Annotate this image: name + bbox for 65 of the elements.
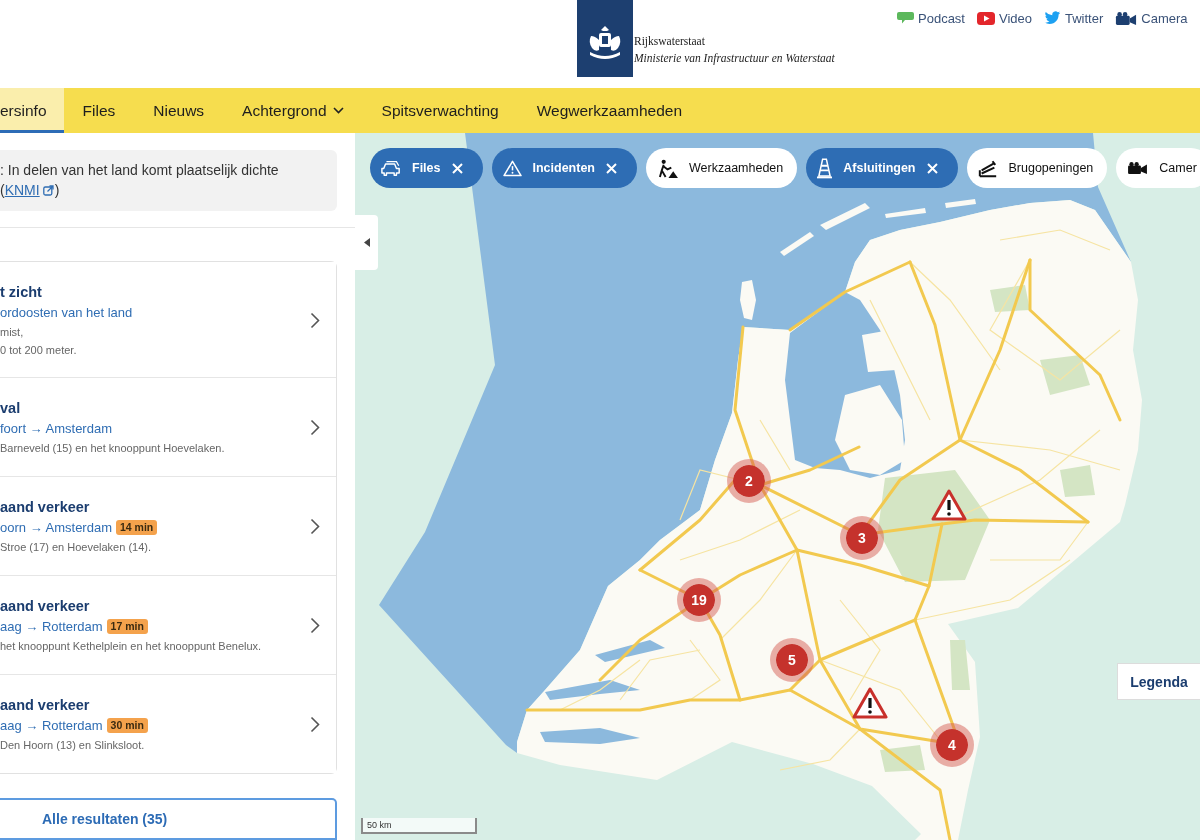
result-route: aag → Rotterdam (0, 718, 103, 733)
nav-tab[interactable]: Nieuws (134, 88, 224, 133)
result-title: aand verkeer (0, 498, 90, 517)
warning-icon (502, 159, 522, 177)
external-link-icon (42, 185, 54, 196)
result-description: Stroe (17) en Hoevelaken (14). (0, 540, 152, 555)
filter-chip[interactable]: Files (370, 148, 483, 188)
caret-left-icon (363, 238, 370, 247)
chevron-right-icon (310, 617, 320, 634)
nav-tab[interactable]: ersinfo (0, 88, 64, 133)
result-description: het knooppunt Kethelplein en het knooppunt Benelux. (0, 639, 262, 654)
notice-text: : In delen van het land komt plaatselijk dichte (KNMI ) (0, 161, 280, 200)
delay-badge: 14 min (116, 520, 158, 535)
traffic-cone-icon (817, 157, 833, 179)
nav-tab[interactable]: Spitsverwachting (362, 88, 518, 133)
result-description: Barneveld (15) en het knooppunt Hoevelaken. (0, 441, 225, 456)
result-description: mist, 0 tot 200 meter. (0, 325, 77, 358)
chevron-right-icon (310, 518, 320, 535)
brand-subtitle: Ministerie van Infrastructuur en Waterstaat (634, 51, 835, 67)
chevron-right-icon (310, 716, 320, 733)
result-route: foort → Amsterdam (0, 421, 112, 436)
nav-tab[interactable]: Achtergrond (223, 88, 363, 133)
result-route: oorn → Amsterdam (0, 520, 112, 535)
speech-bubble-icon (897, 12, 914, 24)
result-title: t zicht (0, 283, 42, 302)
result-route: ordoosten van het land (0, 305, 133, 320)
result-item[interactable]: aand verkeer aag → Rotterdam 30 min Den Hoorn (13) en Slinksloot. (0, 674, 336, 773)
filter-chip[interactable]: Afsluitingen (806, 148, 958, 188)
warning-icon[interactable] (852, 687, 888, 719)
filter-chip[interactable]: Camer (1116, 148, 1200, 188)
collapse-panel-button[interactable] (355, 215, 378, 270)
top-link[interactable]: Camera (1115, 9, 1188, 27)
top-link[interactable]: Twitter (1044, 9, 1104, 27)
legend-button[interactable]: Legenda (1117, 663, 1200, 700)
nav-tab[interactable]: Files (63, 88, 135, 133)
result-route: aag → Rotterdam (0, 619, 103, 634)
delay-badge: 17 min (106, 619, 148, 634)
bridge-icon (977, 158, 998, 178)
chevron-right-icon (310, 312, 320, 329)
result-description: Den Hoorn (13) en Slinksloot. (0, 738, 145, 753)
top-link[interactable]: Podcast (897, 9, 965, 27)
result-title: aand verkeer (0, 597, 90, 616)
chevron-right-icon (310, 419, 320, 436)
top-link[interactable]: Video (977, 9, 1032, 27)
filter-chip[interactable]: Werkzaamheden (646, 148, 798, 188)
map-scale-bar: 50 km (361, 818, 477, 834)
warning-icon[interactable] (931, 489, 967, 521)
play-icon (977, 11, 995, 25)
car-icon (381, 159, 401, 177)
camera-icon (1115, 11, 1138, 25)
result-title: aand verkeer (0, 696, 90, 715)
close-icon (606, 162, 617, 174)
bird-icon (1044, 11, 1061, 25)
brand-name: Rijkswaterstaat (634, 34, 706, 50)
result-title: val (0, 399, 21, 418)
worker-icon (657, 158, 678, 178)
nav-tab[interactable]: Wegwerkzaamheden (517, 88, 702, 133)
delay-badge: 30 min (106, 718, 148, 733)
close-icon (926, 162, 938, 174)
filter-chip[interactable]: Brugopeningen (966, 148, 1108, 188)
source-link[interactable]: KNMI (4, 182, 40, 198)
close-icon (451, 162, 463, 174)
camera-icon (1127, 162, 1149, 174)
filter-chip[interactable]: Incidenten (491, 148, 637, 188)
all-results-button[interactable]: Alle resultaten (35) (0, 798, 337, 840)
